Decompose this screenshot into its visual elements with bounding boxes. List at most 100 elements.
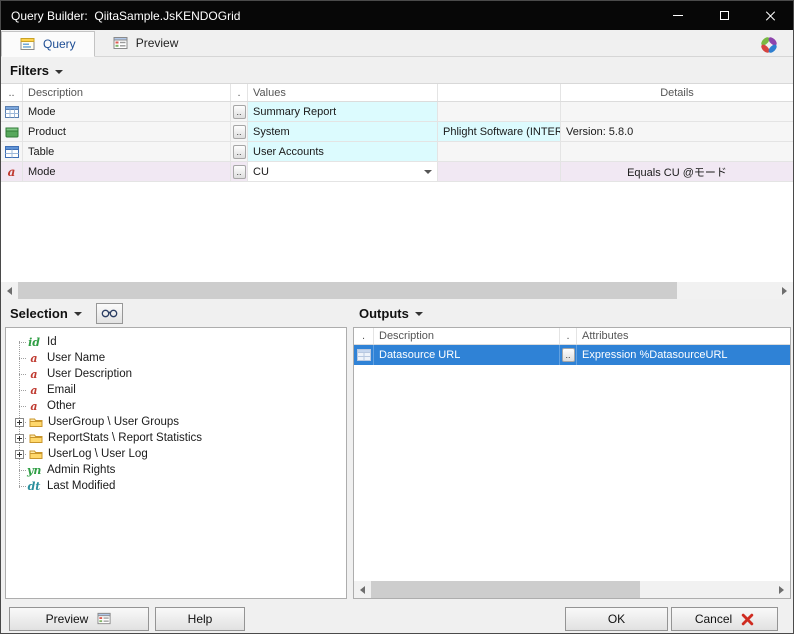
tab-query[interactable]: Query (1, 31, 95, 57)
string-type-icon: a (27, 383, 41, 397)
filters-horizontal-scrollbar[interactable] (1, 282, 793, 299)
tabstrip: Query Preview (1, 30, 793, 57)
product-icon (5, 127, 18, 137)
selection-dropdown-icon[interactable] (73, 312, 82, 316)
table-icon (4, 145, 19, 158)
output-options-button[interactable]: .. (561, 348, 575, 362)
glasses-icon (101, 309, 118, 317)
filter-description: Mode (23, 162, 231, 181)
scrollbar-thumb[interactable] (371, 581, 641, 598)
col-values: Values (248, 84, 438, 101)
tree-item-reportstats[interactable]: ReportStats \ Report Statistics (6, 430, 346, 446)
preview-button[interactable]: Preview (9, 607, 149, 631)
filter-extra: Phlight Software (INTERNA... (438, 122, 561, 141)
summary-report-icon (4, 105, 19, 118)
tree-item-label: UserLog \ User Log (48, 448, 148, 460)
folder-icon (29, 434, 43, 443)
tree-item-last-modified[interactable]: dt Last Modified (6, 478, 346, 494)
filter-value-combo[interactable]: CU (248, 162, 438, 181)
filter-value[interactable]: Summary Report (248, 102, 438, 121)
tree-item-usergroup[interactable]: UserGroup \ User Groups (6, 414, 346, 430)
tab-preview[interactable]: Preview (95, 30, 197, 56)
show-hidden-button[interactable] (95, 302, 123, 324)
outputs-title: Outputs (359, 305, 409, 321)
filter-options-button[interactable]: .. (232, 164, 246, 179)
maximize-button[interactable] (701, 1, 747, 30)
combo-dropdown-icon[interactable] (424, 169, 432, 174)
expand-plus-icon[interactable] (15, 433, 24, 443)
scrollbar-track[interactable] (18, 282, 776, 299)
outputs-dropdown-icon[interactable] (414, 312, 423, 316)
output-attributes: Expression %DatasourceURL (582, 349, 728, 361)
output-row-datasource-url[interactable]: Datasource URL .. Expression %Datasource… (354, 345, 790, 365)
tree-item-label: User Name (47, 352, 106, 364)
filter-value[interactable]: System (248, 122, 438, 141)
scrollbar-track[interactable] (371, 581, 773, 598)
filter-row-mode-cu[interactable]: a Mode .. CU Equals CU @モード (1, 162, 793, 182)
preview-grid-icon (113, 36, 128, 49)
tree-item-userlog[interactable]: UserLog \ User Log (6, 446, 346, 462)
help-button[interactable]: Help (155, 607, 245, 631)
tree-item-id[interactable]: id Id (6, 334, 346, 350)
filter-options-button[interactable]: .. (232, 124, 246, 139)
cancel-x-icon (741, 613, 754, 625)
tree-item-label: Last Modified (47, 480, 116, 492)
tree-item-label: Email (47, 384, 76, 396)
expand-plus-icon[interactable] (15, 449, 24, 459)
maximize-icon (719, 11, 729, 20)
filter-row-mode[interactable]: Mode .. Summary Report (1, 102, 793, 122)
tree-item-label: Admin Rights (47, 464, 116, 476)
tree-item-email[interactable]: a Email (6, 382, 346, 398)
datetime-type-icon: dt (27, 479, 41, 493)
filters-header: Filters (1, 58, 793, 83)
close-button[interactable] (747, 1, 793, 30)
col-attributes: Attributes (582, 330, 629, 342)
tree-item-other[interactable]: a Other (6, 398, 346, 414)
col-button: . (560, 328, 577, 344)
filter-description: Product (23, 122, 231, 141)
close-icon (765, 10, 776, 21)
string-field-icon: a (7, 164, 16, 179)
scroll-right-button[interactable] (776, 282, 793, 299)
tab-preview-label: Preview (135, 36, 179, 50)
expand-plus-icon[interactable] (15, 417, 24, 427)
cancel-button-label: Cancel (694, 612, 733, 626)
scrollbar-thumb[interactable] (18, 282, 678, 299)
outputs-horizontal-scrollbar[interactable] (354, 581, 790, 598)
col-icon: . (354, 328, 374, 344)
tree-item-label: Other (47, 400, 76, 412)
filter-description: Mode (23, 102, 231, 121)
ok-button-label: OK (607, 612, 626, 626)
filter-extra (438, 142, 561, 161)
row-icon-cell (1, 102, 23, 121)
col-description: Description (374, 328, 560, 344)
outputs-header: Outputs (359, 301, 423, 325)
col-description: Description (23, 84, 231, 101)
outputs-empty-area (354, 365, 790, 581)
filters-grid: .. Description . Values Details Mode .. … (1, 83, 793, 282)
filter-row-table[interactable]: Table .. User Accounts (1, 142, 793, 162)
tree-item-user-description[interactable]: a User Description (6, 366, 346, 382)
filters-grid-header: .. Description . Values Details (1, 84, 793, 102)
filter-options-button[interactable]: .. (232, 144, 246, 159)
scroll-left-button[interactable] (354, 581, 371, 598)
minimize-button[interactable] (655, 1, 701, 30)
window-title: Query Builder: QiitaSample.JsKENDOGrid (11, 8, 241, 23)
scroll-right-button[interactable] (773, 581, 790, 598)
folder-icon (29, 418, 43, 427)
output-description: Datasource URL (374, 345, 560, 365)
scroll-left-icon (360, 585, 365, 594)
filters-dropdown-icon[interactable] (55, 69, 64, 74)
preview-grid-icon (97, 612, 111, 625)
filter-value[interactable]: User Accounts (248, 142, 438, 161)
tree-item-user-name[interactable]: a User Name (6, 350, 346, 366)
cancel-button[interactable]: Cancel (671, 607, 778, 631)
scroll-left-button[interactable] (1, 282, 18, 299)
ok-button[interactable]: OK (565, 607, 668, 631)
tree-item-admin-rights[interactable]: yn Admin Rights (6, 462, 346, 478)
datasource-icon (356, 349, 371, 361)
filter-options-button[interactable]: .. (232, 104, 246, 119)
filter-row-product[interactable]: Product .. System Phlight Software (INTE… (1, 122, 793, 142)
filter-details: Equals CU @モード (627, 166, 727, 179)
tree-item-label: User Description (47, 368, 132, 380)
